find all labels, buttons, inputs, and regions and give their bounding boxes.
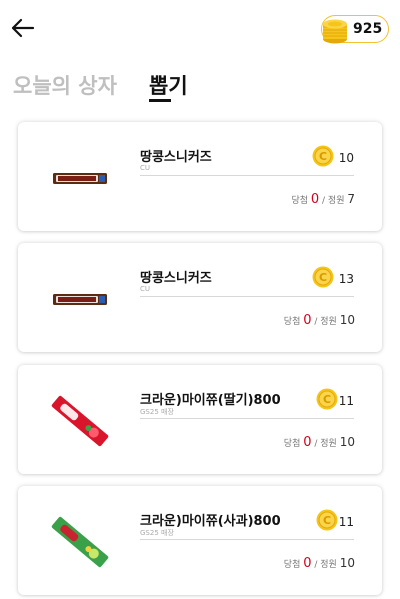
cap-count: 10 [339, 556, 355, 570]
cap-label: 정원 [327, 196, 345, 206]
coin-icon: C [316, 388, 338, 410]
coin-balance[interactable]: 925 [321, 15, 389, 44]
coin-stack-icon [323, 19, 347, 44]
svg-text:C: C [319, 150, 327, 163]
product-image [50, 146, 110, 210]
tab-today-box[interactable]: 오늘의 상자 [13, 70, 117, 100]
cap-count: 7 [347, 192, 355, 206]
draw-item-card[interactable]: 크라운)마이쮸(딸기)800 GS25 매장 C 11 당첨 0 / 정원 10 [18, 365, 382, 474]
item-name: 크라운)마이쮸(사과)800 [140, 514, 281, 529]
item-name: 크라운)마이쮸(딸기)800 [140, 393, 281, 408]
coin-icon: C [316, 509, 338, 531]
coin-count: 925 [353, 21, 383, 37]
mychew-strawberry-icon [51, 395, 109, 447]
item-price: 10 [338, 151, 354, 165]
item-store: GS25 매장 [140, 529, 174, 537]
item-name: 땅콩스니커즈 [140, 150, 212, 165]
product-image [50, 267, 110, 331]
win-count: 0 [303, 435, 312, 450]
item-odds: 당첨 0 / 정원 7 [291, 192, 355, 207]
tab-active-indicator [149, 99, 171, 102]
item-store: CU [140, 164, 151, 172]
win-label: 당첨 [291, 196, 308, 206]
cap-count: 10 [339, 313, 355, 327]
win-label: 당첨 [283, 439, 301, 449]
win-label: 당첨 [283, 317, 301, 327]
cap-label: 정원 [320, 317, 337, 327]
mychew-apple-icon [51, 516, 109, 568]
cap-label: 정원 [320, 560, 337, 570]
tab-draw[interactable]: 뽑기 [149, 70, 188, 100]
item-odds: 당첨 0 / 정원 10 [283, 313, 355, 328]
arrow-left-icon [11, 18, 35, 38]
cap-count: 10 [339, 435, 355, 449]
snickers-bar-icon [53, 294, 107, 305]
item-name: 땅콩스니커즈 [140, 271, 212, 286]
item-divider [140, 418, 354, 419]
svg-text:C: C [319, 271, 327, 284]
coin-icon: C [312, 145, 334, 167]
item-odds: 당첨 0 / 정원 10 [283, 435, 355, 450]
win-count: 0 [303, 313, 312, 328]
item-odds: 당첨 0 / 정원 10 [283, 556, 355, 571]
cap-label: 정원 [320, 439, 337, 449]
product-image [50, 389, 110, 453]
win-count: 0 [303, 556, 312, 571]
win-count: 0 [310, 192, 320, 207]
draw-item-card[interactable]: 크라운)마이쮸(사과)800 GS25 매장 C 11 당첨 0 / 정원 10 [18, 486, 382, 595]
item-divider [140, 539, 354, 540]
item-store: GS25 매장 [140, 408, 174, 416]
item-price: 11 [338, 515, 354, 529]
product-image [50, 510, 110, 574]
draw-item-card[interactable]: 땅콩스니커즈 CU C 13 당첨 0 / 정원 10 [18, 243, 382, 352]
svg-text:C: C [323, 514, 331, 527]
svg-text:C: C [323, 393, 331, 406]
win-label: 당첨 [283, 560, 301, 570]
draw-item-card[interactable]: 땅콩스니커즈 CU C 10 당첨 0 / 정원 7 [18, 122, 382, 231]
item-divider [140, 175, 354, 176]
coin-icon: C [312, 266, 334, 288]
item-divider [140, 296, 354, 297]
item-store: CU [140, 285, 151, 293]
item-price: 13 [338, 272, 354, 286]
snickers-bar-icon [53, 173, 107, 184]
item-price: 11 [338, 394, 354, 408]
back-button[interactable] [10, 16, 36, 40]
